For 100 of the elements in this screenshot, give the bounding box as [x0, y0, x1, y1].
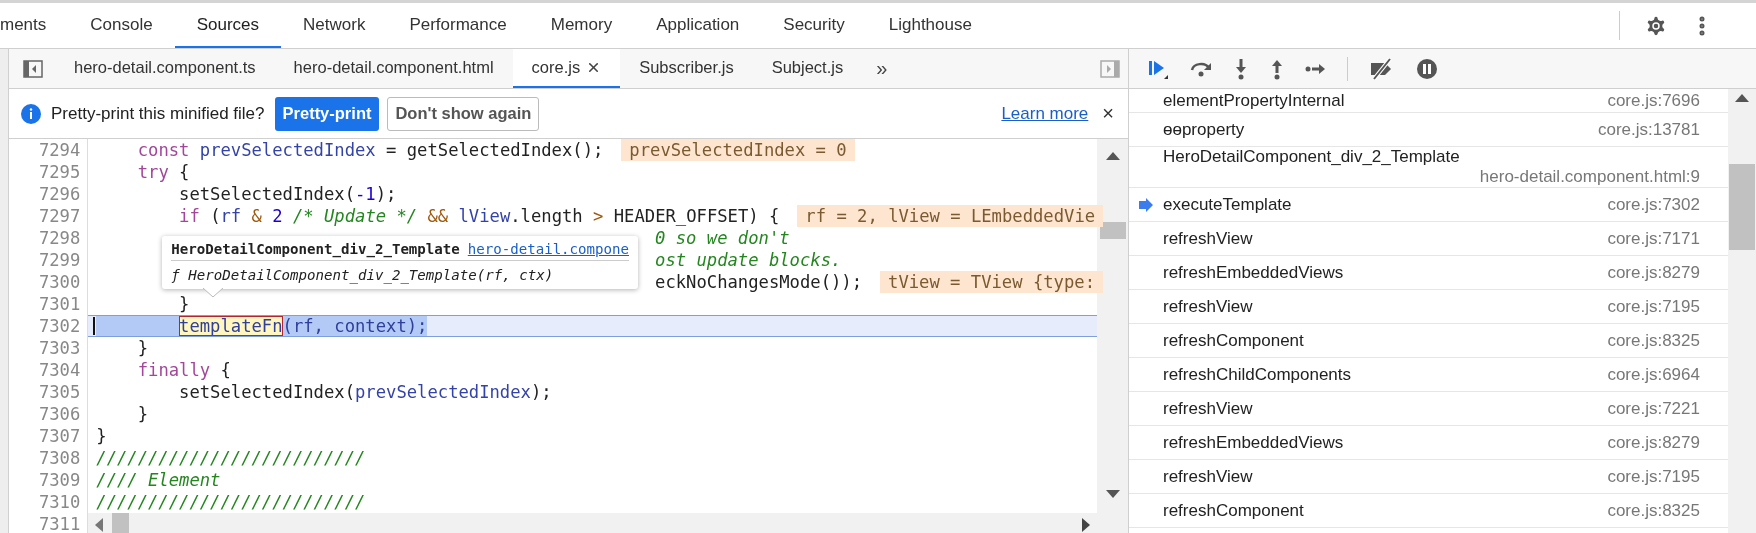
learn-more-link[interactable]: Learn more — [1001, 103, 1089, 124]
scroll-right-icon[interactable] — [1081, 518, 1092, 532]
panel-tab[interactable]: Console — [68, 3, 175, 48]
frame-location[interactable]: core.js:6964 — [1607, 364, 1700, 385]
file-tab[interactable]: Subscriber.js — [620, 49, 753, 88]
line-number: 7301 — [37, 293, 82, 315]
panel-tab[interactable]: Lighthouse — [866, 3, 994, 48]
function-name: HeroDetailComponent_div_2_Template — [171, 241, 460, 257]
code-text: 0 so we don't — [655, 227, 790, 249]
call-frame[interactable]: refreshComponent core.js:8325 — [1129, 324, 1728, 358]
code-text: ////////////////////////// — [96, 447, 366, 469]
code-text: ost update blocks. — [655, 249, 842, 271]
line-number: 7297 — [37, 205, 82, 227]
frame-location[interactable]: core.js:13781 — [1597, 119, 1700, 140]
call-frame[interactable]: refreshEmbeddedViews core.js:8279 — [1129, 426, 1728, 460]
call-frame[interactable]: refreshView core.js:7171 — [1129, 222, 1728, 256]
file-tab[interactable]: hero-detail.component.ts — [55, 49, 275, 88]
code-text: setSelectedIndex(-1); — [179, 183, 397, 205]
frame-name: executeTemplate — [1163, 194, 1293, 215]
sidebar-toggle-icon[interactable] — [23, 59, 43, 78]
text-cursor — [93, 317, 96, 335]
frame-name: refreshView — [1163, 466, 1254, 487]
panel-tab[interactable]: ments — [0, 3, 69, 48]
call-frame[interactable]: refreshComponent core.js:8325 — [1129, 494, 1728, 528]
panel-tab[interactable]: Application — [634, 3, 762, 48]
info-icon — [21, 103, 41, 124]
code-text: templateFn(rf, context); — [179, 316, 428, 336]
code-text: ////////////////////////// — [96, 491, 366, 513]
call-frame[interactable]: refreshEmbeddedViews core.js:8279 — [1129, 256, 1728, 290]
line-number: 7296 — [37, 183, 82, 205]
frame-name: refreshComponent — [1163, 500, 1305, 521]
more-tabs-button[interactable]: » — [862, 49, 902, 88]
panel-toggle-icon[interactable] — [1100, 59, 1120, 78]
scroll-left-icon[interactable] — [94, 518, 105, 532]
frame-location[interactable]: core.js:8325 — [1607, 500, 1700, 521]
inline-value: tView = TView {type: — [880, 271, 1103, 293]
file-tab[interactable]: core.js — [512, 49, 621, 88]
panel-tab[interactable]: Memory — [528, 3, 635, 48]
call-frame[interactable]: ɵɵproperty core.js:13781 — [1129, 113, 1728, 147]
scrollbar-thumb[interactable] — [112, 513, 130, 533]
frame-location[interactable]: core.js:7696 — [1607, 90, 1700, 111]
frame-name: refreshView — [1163, 296, 1254, 317]
call-frame[interactable]: refreshChildComponents core.js:6964 — [1129, 358, 1728, 392]
frame-location[interactable]: core.js:7171 — [1607, 228, 1700, 249]
line-number: 7309 — [37, 469, 82, 491]
code-text: } — [137, 403, 149, 425]
settings-icon[interactable] — [1644, 13, 1668, 38]
frame-location[interactable]: core.js:8279 — [1607, 432, 1700, 453]
line-number: 7308 — [37, 447, 82, 469]
panel-tab[interactable]: Network — [281, 3, 388, 48]
frame-name: refreshView — [1163, 398, 1254, 419]
source-link[interactable]: hero-detail.compone — [467, 241, 629, 257]
frame-name: refreshEmbeddedViews — [1163, 432, 1345, 453]
close-button[interactable]: × — [1098, 102, 1116, 125]
code-text: eckNoChangesMode()); — [655, 271, 863, 293]
scrollbar-thumb[interactable] — [1729, 164, 1755, 250]
scroll-up-icon[interactable] — [1105, 151, 1120, 160]
scroll-up-icon[interactable] — [1735, 93, 1749, 102]
file-tab[interactable]: hero-detail.component.html — [274, 49, 513, 88]
line-number: 7295 — [37, 161, 82, 183]
inline-value: prevSelectedIndex = 0 — [621, 139, 855, 161]
frame-name: elementPropertyInternal — [1163, 90, 1346, 111]
scrollbar-thumb[interactable] — [1099, 222, 1126, 239]
scroll-down-icon[interactable] — [1105, 490, 1120, 499]
frame-location[interactable]: hero-detail.component.html:9 — [1479, 167, 1700, 187]
call-frame[interactable]: refreshView core.js:7195 — [1129, 460, 1728, 494]
dont-show-again-button[interactable]: Don't show again — [387, 96, 540, 131]
pause-on-exceptions-icon[interactable] — [1416, 57, 1438, 80]
code-text: } — [137, 337, 149, 359]
code-text: finally { — [137, 359, 231, 381]
info-message: Pretty-print this minified file? — [51, 103, 265, 124]
frame-name: ɵɵproperty — [1163, 119, 1246, 140]
frame-name: refreshChildComponents — [1163, 364, 1353, 385]
file-tab[interactable]: Subject.js — [752, 49, 863, 88]
code-text: } — [179, 293, 190, 315]
line-number: 7306 — [37, 403, 82, 425]
frame-location[interactable]: core.js:7195 — [1607, 466, 1700, 487]
frame-location[interactable]: core.js:8279 — [1607, 262, 1700, 283]
code-text: //// Element — [96, 469, 221, 491]
frame-location[interactable]: core.js:7195 — [1607, 296, 1700, 317]
line-number: 7302 — [37, 315, 82, 337]
frame-location[interactable]: core.js:8325 — [1607, 330, 1700, 351]
frame-name: refreshView — [1163, 228, 1254, 249]
code-text: } — [96, 425, 107, 447]
panel-tab[interactable]: Security — [761, 3, 867, 48]
panel-tab[interactable]: Performance — [387, 3, 529, 48]
line-number: 7311 — [37, 513, 82, 533]
frame-location[interactable]: core.js:7221 — [1607, 398, 1700, 419]
line-number: 7299 — [37, 249, 82, 271]
call-frame[interactable]: executeTemplate core.js:7302 — [1129, 188, 1728, 222]
call-frame[interactable]: refreshView core.js:7195 — [1129, 290, 1728, 324]
call-frame[interactable]: HeroDetailComponent_div_2_Template hero-detail.component.html:9 — [1129, 147, 1728, 188]
pretty-print-button[interactable]: Pretty-print — [274, 96, 380, 131]
frame-location[interactable]: core.js:7302 — [1607, 194, 1700, 215]
code-text: const prevSelectedIndex = getSelectedIndex(); — [137, 139, 604, 161]
call-frame[interactable]: refreshView core.js:7221 — [1129, 392, 1728, 426]
step-into-icon[interactable] — [1233, 57, 1249, 80]
frame-name: refreshEmbeddedViews — [1163, 262, 1345, 283]
inline-value: rf = 2, lView = LEmbeddedVie — [797, 205, 1104, 227]
call-frame[interactable]: elementPropertyInternal core.js:7696 — [1129, 89, 1728, 113]
